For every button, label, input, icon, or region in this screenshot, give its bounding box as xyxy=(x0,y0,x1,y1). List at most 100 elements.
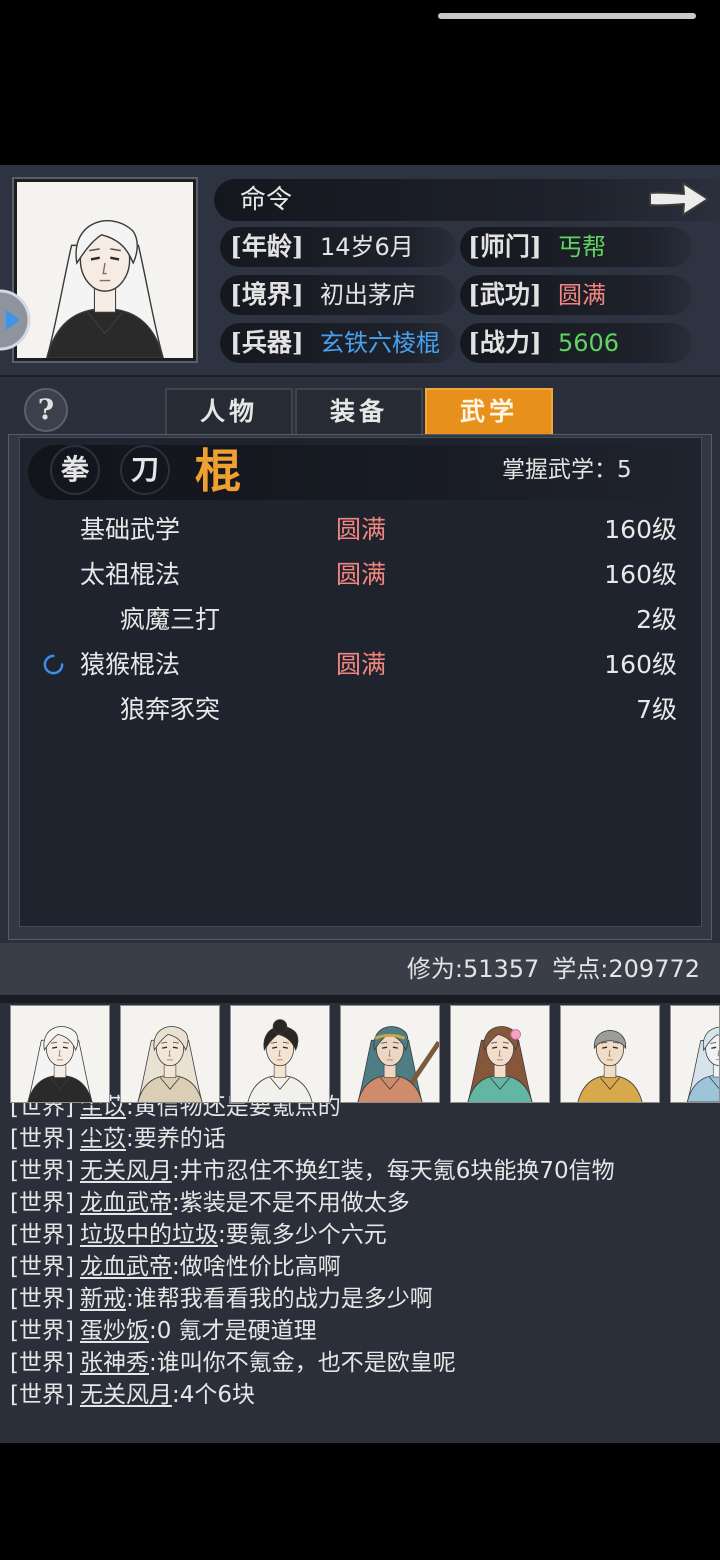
sub-skill-row[interactable]: 狼奔豕突 7级 xyxy=(20,687,701,732)
martial-level-value: 圆满 xyxy=(558,281,606,309)
chat-message: [世界] 尘苡:要养的话 xyxy=(10,1123,715,1155)
team-portrait[interactable] xyxy=(10,1005,110,1103)
skill-status: 圆满 xyxy=(336,560,387,589)
chat-channel: [世界] xyxy=(10,1222,74,1248)
chat-message: [世界] 龙血武帝:做啥性价比高啊 xyxy=(10,1251,715,1283)
command-label[interactable]: 命令 xyxy=(240,181,292,219)
weapon-filter-label: 刀 xyxy=(130,453,159,486)
skill-status: 圆满 xyxy=(336,515,387,544)
realm-label: [境界] xyxy=(230,280,304,309)
weapon-filter-blade[interactable]: 刀 xyxy=(120,445,170,495)
chat-channel: [世界] xyxy=(10,1190,74,1216)
arrow-right-icon xyxy=(649,182,709,216)
help-button[interactable]: ? xyxy=(24,388,68,432)
chat-username[interactable]: 蛋炒饭 xyxy=(80,1318,149,1344)
chat-message: [世界] 无关风月:4个6块 xyxy=(10,1379,715,1411)
skill-status: 圆满 xyxy=(336,650,387,679)
young-girl-portrait xyxy=(231,1006,329,1102)
flower-maiden-portrait xyxy=(451,1006,549,1102)
play-triangle-icon xyxy=(0,289,31,351)
chat-channel: [世界] xyxy=(10,1382,74,1408)
tab-martial-arts[interactable]: 武学 xyxy=(425,388,553,434)
age-label: [年龄] xyxy=(230,232,304,261)
skill-name: 太祖棍法 xyxy=(80,560,181,589)
weapon-filter-label: 拳 xyxy=(60,453,89,486)
chat-text: :紫装是不是不用做太多 xyxy=(171,1190,410,1216)
side-float-button[interactable] xyxy=(0,288,32,352)
chat-message: [世界] 张神秀:谁叫你不氪金，也不是欧皇呢 xyxy=(10,1347,715,1379)
chat-username[interactable]: 新戒 xyxy=(80,1286,126,1312)
weapon-filter-fist[interactable]: 拳 xyxy=(50,445,100,495)
home-indicator[interactable] xyxy=(438,13,696,19)
hero-portrait[interactable] xyxy=(14,179,196,361)
character-summary-panel: 命令 [年龄] 14岁6月 [师门] 丐帮 [境界] 初出茅庐 [武功] 圆满 … xyxy=(0,165,720,377)
skill-level: 7级 xyxy=(636,695,677,724)
chat-panel[interactable]: [世界] 尘苡:黄信物还是要氪点的 [世界] 尘苡:要养的话 [世界] 无关风月:井市忍住… xyxy=(0,1003,720,1443)
chat-message: [世界] 无关风月:井市忍住不换红装，每天氪6块能换70信物 xyxy=(10,1155,715,1187)
team-portrait[interactable] xyxy=(120,1005,220,1103)
spinner-graphic xyxy=(43,654,64,675)
sect-label: [师门] xyxy=(468,232,542,261)
combat-power-label: [战力] xyxy=(468,328,542,357)
chat-username[interactable]: 龙血武帝 xyxy=(80,1254,172,1280)
chat-text: :做啥性价比高啊 xyxy=(171,1254,341,1280)
skill-name: 基础武学 xyxy=(80,515,181,544)
skill-list-frame: 拳 刀 棍 掌握武学：5 基础武学 圆满 160级 太祖棍法 圆满 160级 疯魔三打 2级猿… xyxy=(8,434,712,940)
combat-power-value: 5606 xyxy=(558,329,620,357)
chat-username[interactable]: 垃圾中的垃圾 xyxy=(80,1222,218,1248)
monk-portrait xyxy=(561,1006,659,1102)
sub-skill-row[interactable]: 疯魔三打 2级 xyxy=(20,597,701,642)
team-portrait-strip xyxy=(0,1005,720,1103)
tab-label: 人物 xyxy=(199,397,258,426)
tab-label: 武学 xyxy=(459,397,518,426)
chat-text: :井市忍住不换红装，每天氪6块能换70信物 xyxy=(171,1158,615,1184)
team-portrait[interactable] xyxy=(450,1005,550,1103)
team-portrait[interactable] xyxy=(670,1005,720,1103)
skill-list: 基础武学 圆满 160级 太祖棍法 圆满 160级 疯魔三打 2级 猿猴棍法 圆满 160级 狼奔豕突… xyxy=(20,507,701,926)
team-portrait[interactable] xyxy=(340,1005,440,1103)
skill-name: 狼奔豕突 xyxy=(120,695,221,724)
chat-message: [世界] 蛋炒饭:0 氪才是硬道理 xyxy=(10,1315,715,1347)
question-icon: ? xyxy=(37,393,55,426)
chat-username[interactable]: 无关风月 xyxy=(80,1382,172,1408)
mastered-count: 掌握武学：5 xyxy=(502,457,632,483)
skill-row[interactable]: 猿猴棍法 圆满 160级 xyxy=(20,642,701,687)
weapon-value[interactable]: 玄铁六棱棍 xyxy=(320,323,440,363)
team-portrait[interactable] xyxy=(560,1005,660,1103)
skill-name: 疯魔三打 xyxy=(120,605,221,634)
chat-channel: [世界] xyxy=(10,1318,74,1344)
skill-level: 160级 xyxy=(604,560,677,589)
chat-username[interactable]: 张神秀 xyxy=(80,1350,149,1376)
realm-value: 初出茅庐 xyxy=(320,281,416,309)
chat-text: :谁叫你不氪金，也不是欧皇呢 xyxy=(148,1350,456,1376)
skill-name: 猿猴棍法 xyxy=(80,650,181,679)
tab-character[interactable]: 人物 xyxy=(165,388,293,434)
chat-username[interactable]: 无关风月 xyxy=(80,1158,172,1184)
skill-row[interactable]: 太祖棍法 圆满 160级 xyxy=(20,552,701,597)
skill-level: 2级 xyxy=(636,605,677,634)
weapon-label: [兵器] xyxy=(230,328,304,357)
martial-level-label: [武功] xyxy=(468,280,542,309)
stats-bar: 修为:51357 学点:209772 xyxy=(0,943,720,995)
weapon-filter-staff[interactable]: 棍 xyxy=(190,443,246,499)
headband-warrior-portrait xyxy=(341,1006,439,1102)
chat-text: :谁帮我看看我的战力是多少啊 xyxy=(125,1286,433,1312)
chat-username[interactable]: 龙血武帝 xyxy=(80,1190,172,1216)
chat-text: :4个6块 xyxy=(171,1382,255,1408)
chat-message: [世界] 龙血武帝:紫装是不是不用做太多 xyxy=(10,1187,715,1219)
tab-label: 装备 xyxy=(329,397,388,426)
chat-channel: [世界] xyxy=(10,1350,74,1376)
martial-arts-panel: ? 人物 装备 武学 拳 刀 棍 掌握武学：5 基础武学 圆满 160级 太祖棍法 圆满… xyxy=(0,377,720,995)
chat-message: [世界] 新戒:谁帮我看看我的战力是多少啊 xyxy=(10,1283,715,1315)
skill-list-panel: 拳 刀 棍 掌握武学：5 基础武学 圆满 160级 太祖棍法 圆满 160级 疯魔三打 2级猿… xyxy=(19,437,702,927)
team-portrait[interactable] xyxy=(230,1005,330,1103)
chat-channel: [世界] xyxy=(10,1254,74,1280)
loading-spinner-icon xyxy=(42,653,65,676)
sect-value[interactable]: 丐帮 xyxy=(558,227,606,267)
skill-level: 160级 xyxy=(604,650,677,679)
chat-text: :要养的话 xyxy=(125,1126,226,1152)
tab-equipment[interactable]: 装备 xyxy=(295,388,423,434)
next-character-button[interactable] xyxy=(646,177,712,221)
chat-username[interactable]: 尘苡 xyxy=(80,1126,126,1152)
skill-row[interactable]: 基础武学 圆满 160级 xyxy=(20,507,701,552)
